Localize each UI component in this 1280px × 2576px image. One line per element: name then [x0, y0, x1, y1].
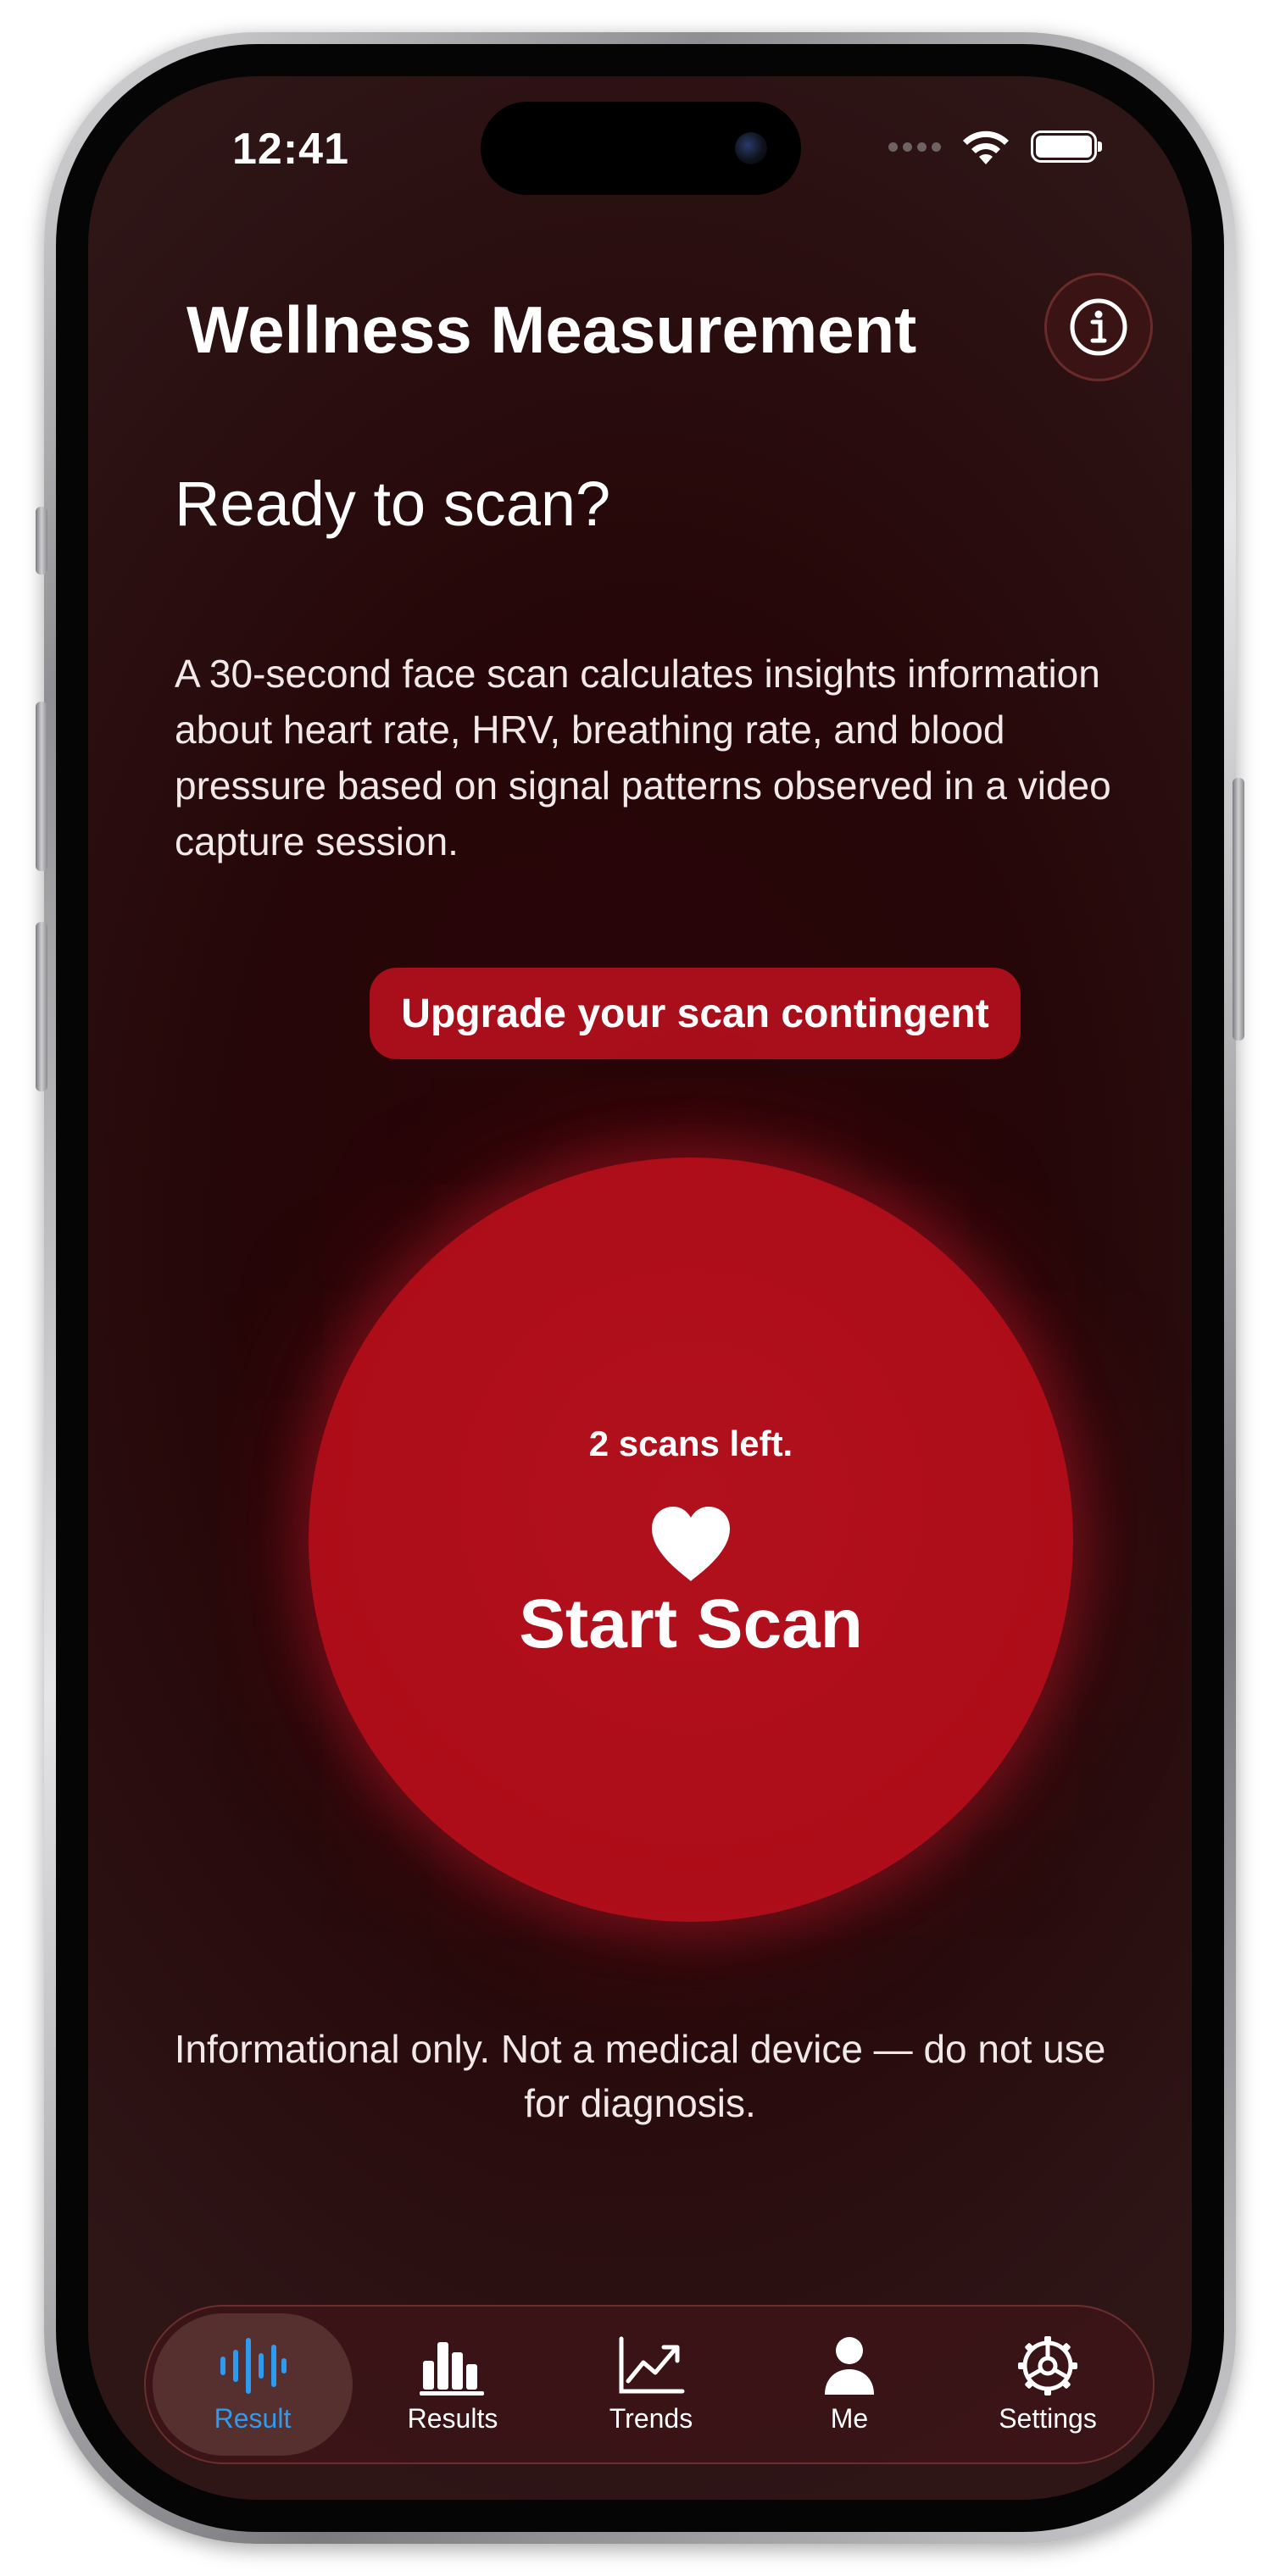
power-button — [1233, 778, 1244, 1041]
tab-me[interactable]: Me — [749, 2313, 949, 2456]
phone-frame: 12:41 Wellness Measurement Ready to scan… — [36, 32, 1244, 2544]
tab-label: Trends — [609, 2402, 693, 2434]
page-title: Wellness Measurement — [186, 292, 917, 367]
tab-label: Me — [830, 2402, 869, 2434]
upgrade-button[interactable]: Upgrade your scan contingent — [370, 968, 1021, 1059]
gear-icon — [1018, 2335, 1077, 2396]
info-button[interactable] — [1044, 273, 1153, 381]
wifi-icon — [963, 130, 1009, 164]
screen: 12:41 Wellness Measurement Ready to scan… — [88, 76, 1192, 2500]
start-scan-button[interactable]: 2 scans left. Start Scan — [309, 1158, 1073, 1922]
start-scan-label: Start Scan — [519, 1585, 863, 1663]
scan-heading: Ready to scan? — [175, 469, 611, 539]
tab-bar: Result Results Trends Me Settings — [144, 2305, 1155, 2464]
camera-icon — [735, 132, 767, 164]
bezel: 12:41 Wellness Measurement Ready to scan… — [56, 44, 1224, 2532]
person-icon — [825, 2336, 874, 2395]
volume-down-button — [36, 922, 47, 1091]
action-button — [36, 507, 47, 575]
trend-chart-icon — [619, 2336, 685, 2393]
tab-results[interactable]: Results — [353, 2313, 553, 2456]
dynamic-island — [481, 102, 801, 195]
tab-label: Settings — [999, 2402, 1097, 2434]
info-circle-icon — [1070, 298, 1127, 356]
heart-icon — [652, 1507, 730, 1581]
status-icons — [888, 127, 1102, 166]
scans-left-label: 2 scans left. — [588, 1424, 793, 1463]
tab-label: Result — [214, 2402, 292, 2434]
tab-result[interactable]: Result — [153, 2313, 353, 2456]
waveform-icon — [220, 2337, 287, 2394]
status-time: 12:41 — [232, 125, 349, 174]
volume-up-button — [36, 702, 47, 871]
tab-settings[interactable]: Settings — [948, 2313, 1148, 2456]
scan-description: A 30-second face scan calculates insight… — [175, 652, 1111, 863]
tab-trends[interactable]: Trends — [551, 2313, 751, 2456]
battery-icon — [1031, 130, 1102, 163]
cellular-signal-icon — [888, 142, 941, 152]
tab-label: Results — [407, 2402, 498, 2434]
disclaimer-text: Informational only. Not a medical device… — [174, 2027, 1106, 2125]
bar-chart-icon — [420, 2341, 484, 2396]
